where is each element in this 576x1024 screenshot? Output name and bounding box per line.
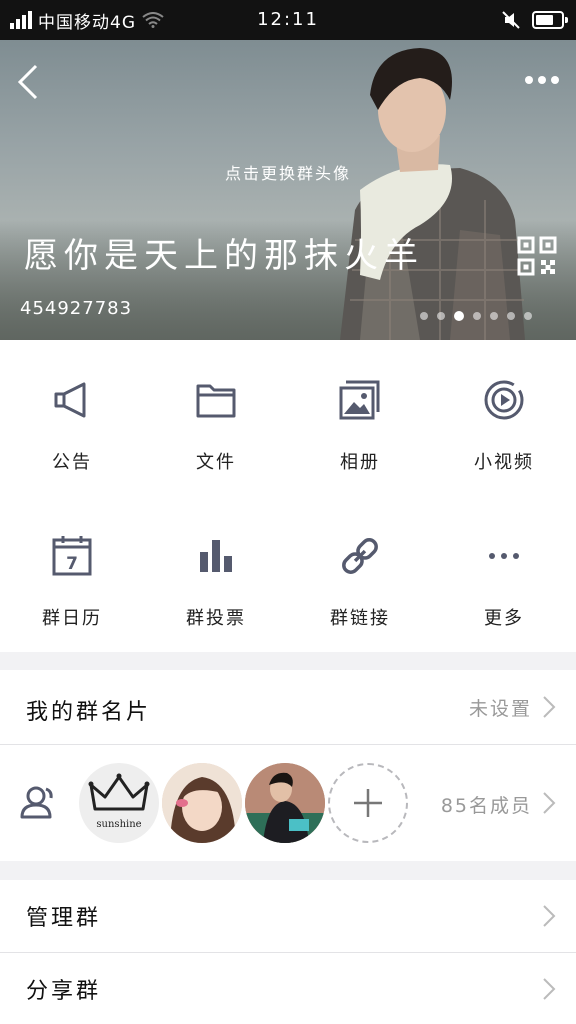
more-options-button[interactable]	[522, 70, 562, 90]
tool-label: 相册	[340, 452, 380, 473]
add-member-button[interactable]	[328, 763, 408, 843]
change-avatar-hint[interactable]: 点击更换群头像	[0, 160, 576, 184]
my-card-value: 未设置	[468, 698, 532, 720]
tool-link[interactable]: 群链接	[288, 496, 432, 652]
tool-album[interactable]: 相册	[288, 340, 432, 496]
members-icon	[20, 786, 53, 819]
tool-video[interactable]: 小视频	[432, 340, 576, 496]
calendar-day: 7	[66, 554, 78, 574]
member-avatar-3[interactable]	[245, 763, 325, 843]
battery-fill	[536, 15, 553, 25]
manage-group-label: 管理群	[26, 906, 102, 931]
manage-group-row[interactable]: 管理群	[0, 880, 576, 952]
battery-icon	[532, 11, 568, 29]
avatar-photo-girl	[162, 763, 242, 843]
my-group-card-row[interactable]: 我的群名片 未设置	[0, 670, 576, 744]
link-icon	[342, 538, 378, 574]
megaphone-icon	[54, 382, 86, 418]
members-row[interactable]: sunshine 85名成员	[0, 745, 576, 861]
avatar-caption: sunshine	[96, 819, 142, 830]
group-name: 愿你是天上的那抹火羊	[24, 236, 424, 276]
avatar-photo-boy	[245, 763, 325, 843]
crown-icon	[88, 773, 150, 811]
clock: 12:11	[257, 9, 319, 30]
member-avatar-2[interactable]	[162, 763, 242, 843]
tool-label: 群投票	[186, 608, 246, 629]
mute-icon	[502, 11, 520, 29]
tool-files[interactable]: 文件	[144, 340, 288, 496]
page-dot	[454, 311, 464, 321]
cover-photo-person	[340, 48, 525, 340]
group-cover[interactable]: 点击更换群头像 愿你是天上的那抹火羊 454927783	[0, 40, 576, 340]
tool-more[interactable]: 更多	[432, 496, 576, 652]
folder-icon	[196, 384, 236, 418]
page-dot	[420, 312, 428, 320]
tool-label: 群链接	[330, 608, 390, 629]
share-group-row[interactable]: 分享群	[0, 953, 576, 1024]
page-dot	[437, 312, 445, 320]
chevron-right-icon	[543, 696, 556, 718]
share-group-label: 分享群	[26, 979, 102, 1004]
my-card-label: 我的群名片	[26, 700, 152, 725]
tool-label: 更多	[484, 608, 524, 629]
page-dot	[524, 312, 532, 320]
tool-announcement[interactable]: 公告	[0, 340, 144, 496]
video-icon	[484, 380, 524, 420]
qr-code-icon[interactable]	[517, 236, 557, 276]
tool-label: 文件	[196, 452, 236, 473]
page-dot	[507, 312, 515, 320]
tool-label: 公告	[52, 452, 92, 473]
tool-label: 群日历	[42, 608, 102, 629]
tool-calendar[interactable]: 7 群日历	[0, 496, 144, 652]
page-dot	[490, 312, 498, 320]
group-tools-grid: 公告 文件 相册 小视频 7 群日历 群投票 群链接 更多	[0, 340, 576, 652]
chevron-right-icon	[543, 905, 556, 927]
member-avatar-1[interactable]: sunshine	[79, 763, 159, 843]
member-count: 85名成员	[440, 795, 532, 817]
album-icon	[339, 380, 380, 420]
chevron-right-icon	[543, 792, 556, 814]
chevron-right-icon	[543, 978, 556, 1000]
page-dot	[473, 312, 481, 320]
status-bar: 中国移动4G 12:11	[0, 0, 576, 40]
calendar-icon: 7	[52, 536, 92, 576]
back-icon[interactable]	[12, 62, 48, 102]
status-right	[502, 8, 568, 32]
group-id: 454927783	[20, 298, 133, 319]
more-icon	[489, 553, 519, 559]
tool-label: 小视频	[474, 452, 534, 473]
cover-page-indicator	[420, 311, 532, 321]
tool-poll[interactable]: 群投票	[144, 496, 288, 652]
plus-icon	[354, 789, 382, 817]
poll-icon	[200, 540, 232, 572]
